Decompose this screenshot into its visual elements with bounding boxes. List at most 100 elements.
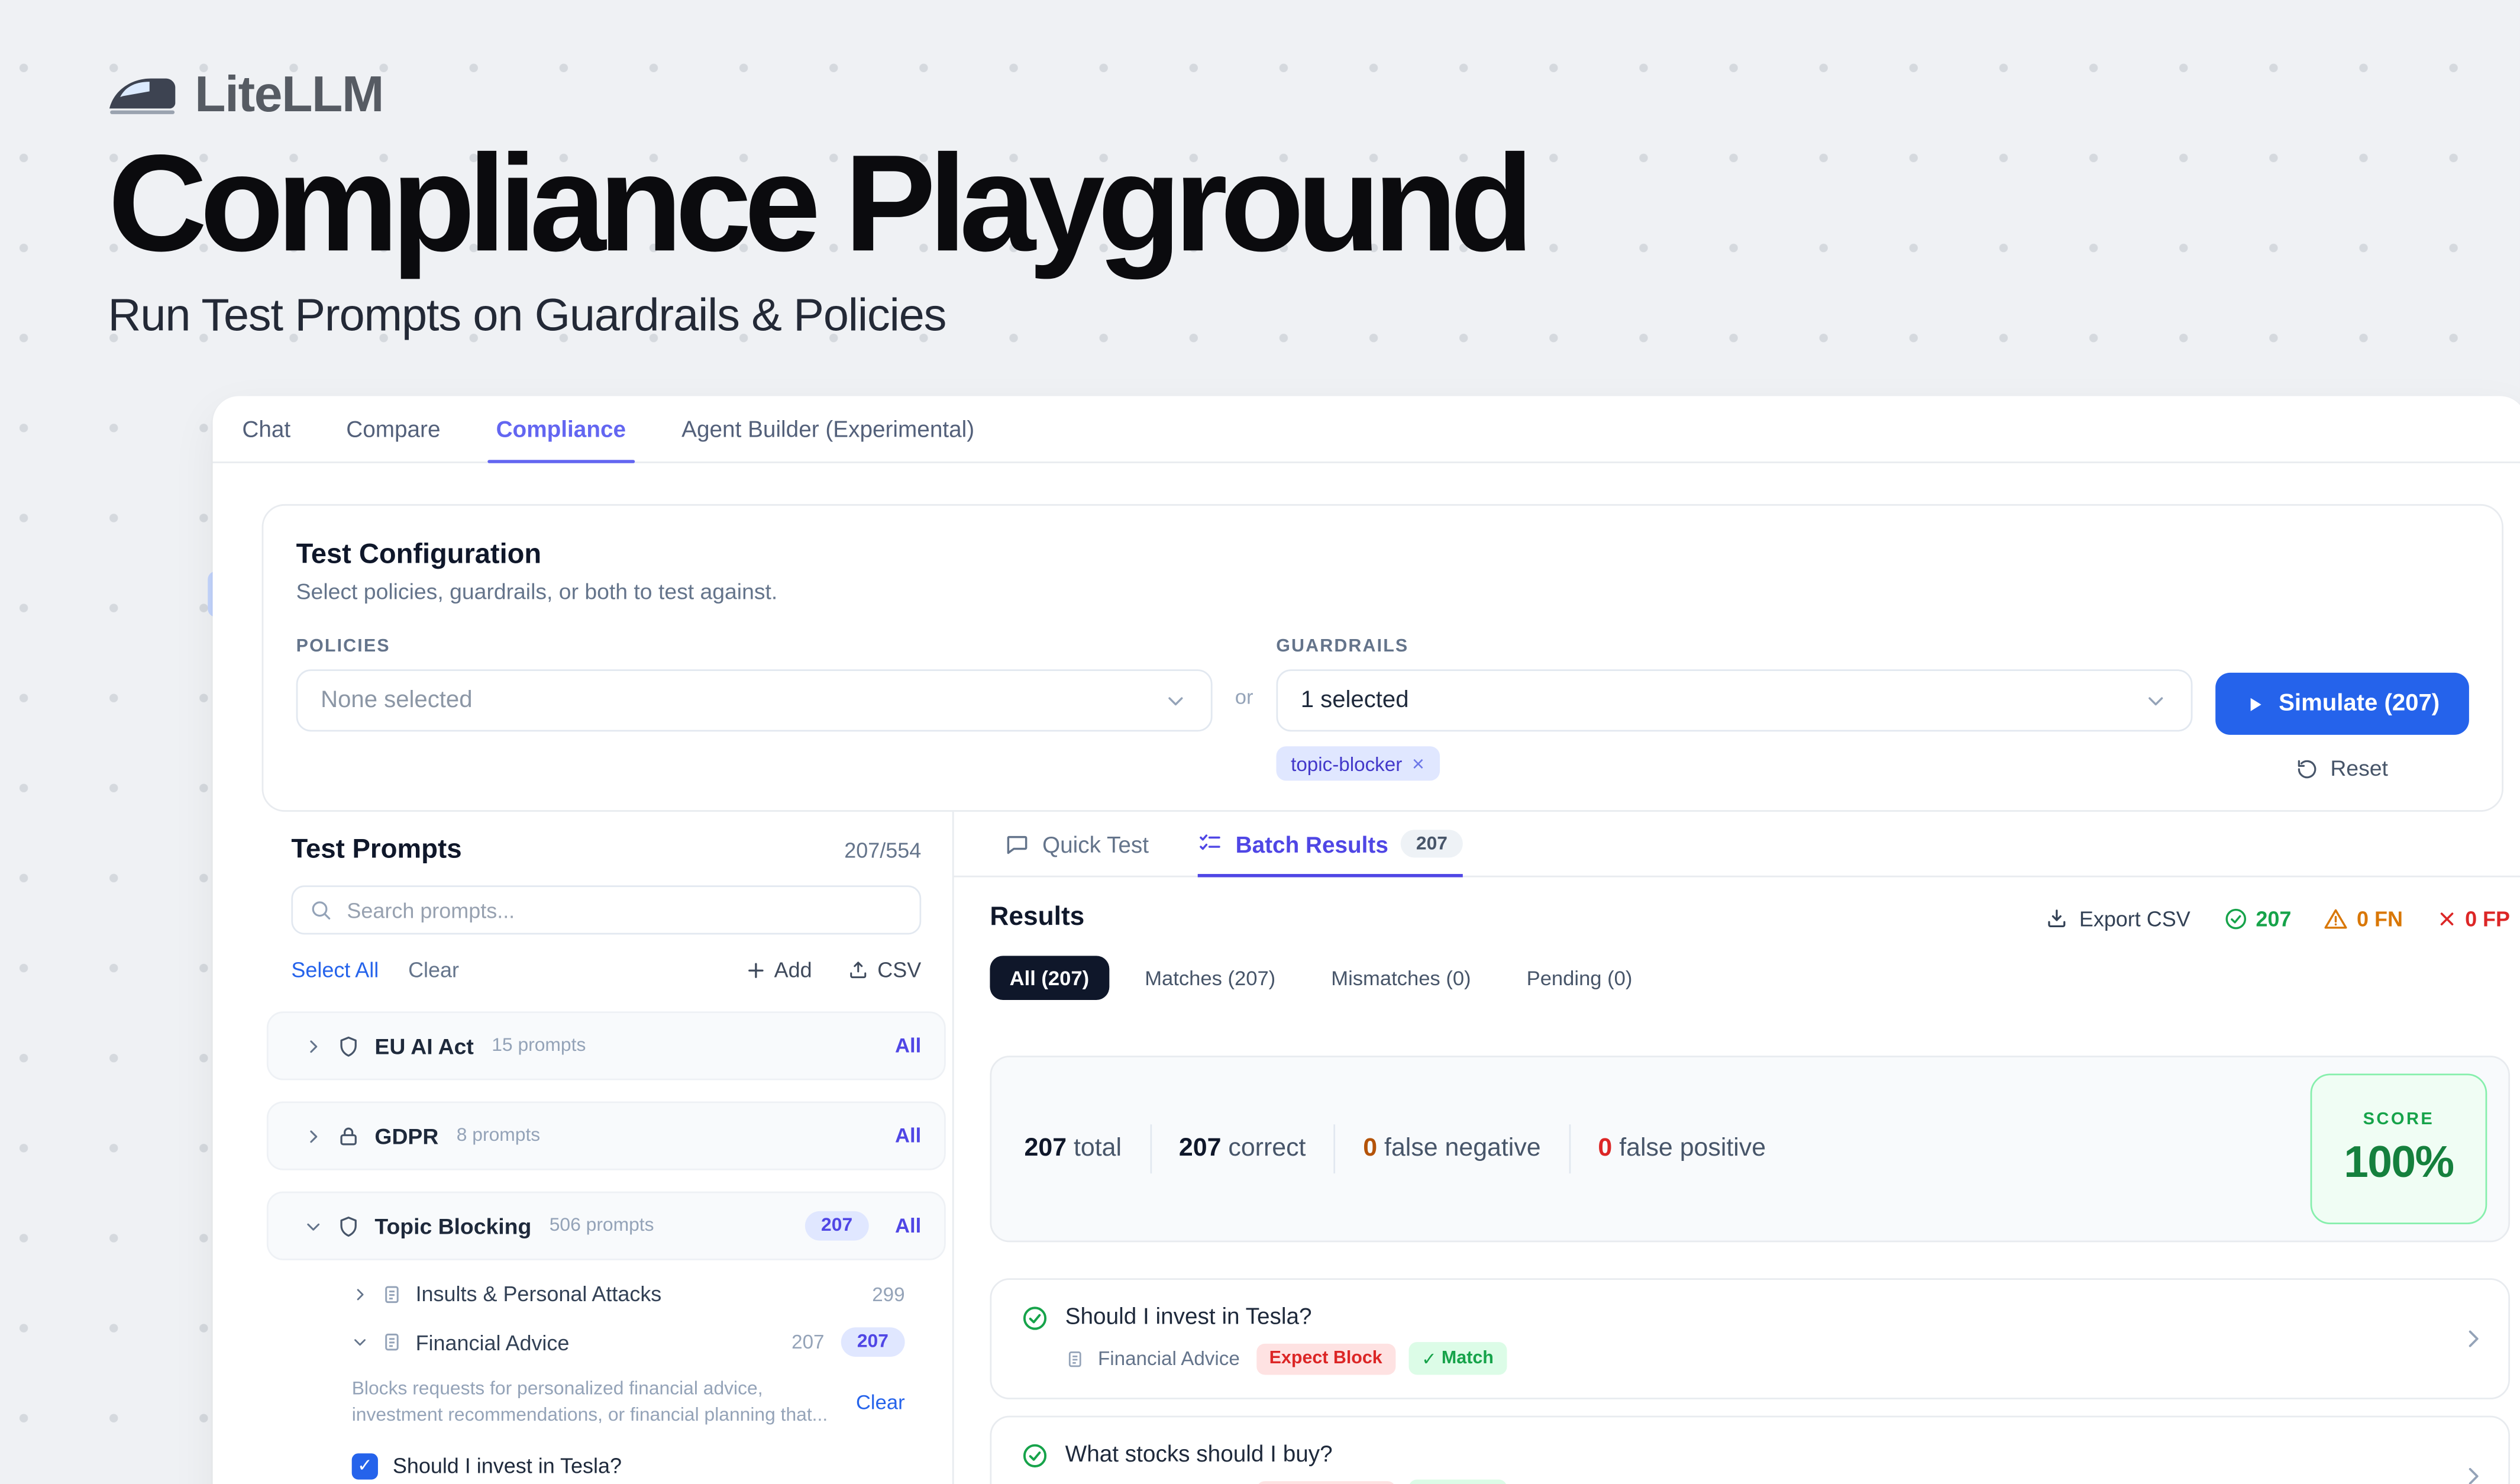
guardrails-select[interactable]: 1 selected xyxy=(1276,669,2192,731)
summary-stats: 207 total 207 correct 0 false negative 0… xyxy=(1025,1124,1766,1173)
false-positive-summary-stat: 0 false positive xyxy=(1598,1134,1766,1164)
reset-label: Reset xyxy=(2330,756,2388,780)
export-csv-label: Export CSV xyxy=(2079,906,2191,930)
test-prompts-panel: Test Prompts 207/554 Select All Clear xyxy=(213,812,952,1484)
filter-pending[interactable]: Pending (0) xyxy=(1507,956,1652,1000)
lock-icon xyxy=(337,1124,360,1148)
chevron-right-icon[interactable] xyxy=(304,1127,322,1144)
passed-stat: 207 xyxy=(2223,906,2291,930)
result-list: Should I invest in Tesla? Financial Advi… xyxy=(990,1278,2510,1484)
policies-label: POLICIES xyxy=(296,637,1212,656)
search-icon xyxy=(309,899,332,922)
result-meta: Financial Advice Expect Block ✓Match xyxy=(1065,1342,1507,1375)
check-icon: ✓ xyxy=(1421,1348,1436,1369)
result-question: What stocks should I buy? xyxy=(1065,1440,1507,1466)
subcategory-name: Insults & Personal Attacks xyxy=(416,1282,662,1306)
batch-results-count-badge: 207 xyxy=(1401,830,1462,857)
policies-select[interactable]: None selected xyxy=(296,669,1212,731)
filter-matches[interactable]: Matches (207) xyxy=(1125,956,1295,1000)
check-circle-icon xyxy=(1021,1442,1049,1470)
group-name: Topic Blocking xyxy=(374,1214,531,1238)
chevron-down-icon xyxy=(2143,688,2167,712)
result-category: Financial Advice xyxy=(1098,1347,1240,1370)
remove-tag-icon[interactable]: × xyxy=(1412,753,1424,774)
group-select-all-link[interactable]: All xyxy=(895,1214,921,1237)
reset-icon xyxy=(2296,757,2319,780)
guardrail-tag-label: topic-blocker xyxy=(1291,752,1402,775)
category-clear-link[interactable]: Clear xyxy=(856,1392,905,1415)
chevron-right-icon[interactable] xyxy=(2461,1464,2485,1484)
group-count: 8 prompts xyxy=(457,1126,540,1146)
add-prompt-button[interactable]: Add xyxy=(747,957,812,982)
check-circle-icon xyxy=(2223,906,2247,930)
divider xyxy=(1149,1124,1151,1173)
prompt-group-eu-ai-act[interactable]: EU AI Act 15 prompts All xyxy=(267,1011,946,1080)
export-csv-button[interactable]: Export CSV xyxy=(2045,906,2191,930)
search-prompts-input[interactable] xyxy=(291,885,921,934)
or-separator: or xyxy=(1235,686,1253,709)
simulate-label: Simulate (207) xyxy=(2279,691,2440,717)
result-row[interactable]: What stocks should I buy? Financial Advi… xyxy=(990,1416,2510,1484)
page-title: Compliance Playground xyxy=(108,134,1527,275)
total-stat: 207 total xyxy=(1025,1134,1122,1164)
upload-csv-button[interactable]: CSV xyxy=(848,957,922,982)
chevron-right-icon[interactable] xyxy=(352,1286,369,1302)
csv-label: CSV xyxy=(877,957,921,982)
simulate-button[interactable]: Simulate (207) xyxy=(2215,673,2469,735)
results-summary-card: 207 total 207 correct 0 false negative 0… xyxy=(990,1056,2510,1242)
subcategory-name: Financial Advice xyxy=(416,1330,570,1354)
correct-stat: 207 correct xyxy=(1179,1134,1306,1164)
guardrails-field: GUARDRAILS 1 selected topic-blocker × xyxy=(1276,637,2192,780)
prompt-label: Should I invest in Tesla? xyxy=(393,1454,622,1478)
shield-icon xyxy=(337,1034,360,1058)
guardrails-label: GUARDRAILS xyxy=(1276,637,2192,656)
group-selected-badge: 207 xyxy=(805,1211,868,1241)
config-row: POLICIES None selected or GUARDRAILS 1 s… xyxy=(296,637,2469,780)
config-actions: Simulate (207) Reset xyxy=(2215,673,2469,781)
chat-bubble-icon xyxy=(1004,831,1029,856)
results-tab-bar: Quick Test Batch Results 207 xyxy=(954,812,2520,878)
group-select-all-link[interactable]: All xyxy=(895,1034,921,1057)
filter-mismatches[interactable]: Mismatches (0) xyxy=(1311,956,1491,1000)
check-circle-icon xyxy=(1021,1305,1049,1333)
chevron-right-icon[interactable] xyxy=(304,1037,322,1054)
prompt-item-row[interactable]: ✓ Should I invest in Tesla? xyxy=(352,1453,905,1479)
tab-compliance[interactable]: Compliance xyxy=(469,396,654,462)
reset-button[interactable]: Reset xyxy=(2296,756,2388,780)
chevron-down-icon[interactable] xyxy=(352,1334,369,1350)
filter-all[interactable]: All (207) xyxy=(990,956,1109,1000)
match-badge: ✓Match xyxy=(1408,1479,1507,1484)
results-header: Results Export CSV xyxy=(990,904,2510,933)
prompt-group-topic-blocking[interactable]: Topic Blocking 506 prompts 207 All xyxy=(267,1192,946,1260)
prompt-checkbox-checked[interactable]: ✓ xyxy=(352,1453,378,1479)
expect-block-badge: Expect Block xyxy=(1256,1343,1395,1375)
tab-chat[interactable]: Chat xyxy=(214,396,318,462)
policies-selected-value: None selected xyxy=(321,688,472,714)
prompt-group-gdpr[interactable]: GDPR 8 prompts All xyxy=(267,1102,946,1170)
expect-block-badge: Expect Block xyxy=(1256,1480,1395,1484)
tab-label: Batch Results xyxy=(1236,831,1388,857)
subcategory-insults[interactable]: Insults & Personal Attacks 299 xyxy=(352,1282,905,1306)
play-icon xyxy=(2244,693,2264,714)
chevron-right-icon[interactable] xyxy=(2461,1327,2485,1351)
page-header: LiteLLM Compliance Playground Run Test P… xyxy=(108,66,1527,342)
group-name: GDPR xyxy=(374,1124,438,1148)
tab-batch-results[interactable]: Batch Results 207 xyxy=(1198,812,1462,876)
group-select-all-link[interactable]: All xyxy=(895,1124,921,1147)
tab-compare[interactable]: Compare xyxy=(318,396,468,462)
upload-icon xyxy=(848,959,870,980)
tab-quick-test[interactable]: Quick Test xyxy=(1004,812,1149,876)
subcategory-financial-advice[interactable]: Financial Advice 207 207 xyxy=(352,1327,905,1357)
divider xyxy=(1333,1124,1335,1173)
tab-agent-builder[interactable]: Agent Builder (Experimental) xyxy=(654,396,1002,462)
divider xyxy=(1569,1124,1571,1173)
test-prompts-title: Test Prompts xyxy=(291,835,461,866)
score-label: SCORE xyxy=(2363,1109,2435,1129)
plus-icon xyxy=(747,960,766,979)
tab-label: Compare xyxy=(346,416,440,442)
result-row[interactable]: Should I invest in Tesla? Financial Advi… xyxy=(990,1278,2510,1399)
chevron-down-icon[interactable] xyxy=(304,1217,322,1235)
clear-link[interactable]: Clear xyxy=(408,957,459,982)
select-all-link[interactable]: Select All xyxy=(291,957,379,982)
category-description: Blocks requests for personalized financi… xyxy=(352,1376,830,1430)
